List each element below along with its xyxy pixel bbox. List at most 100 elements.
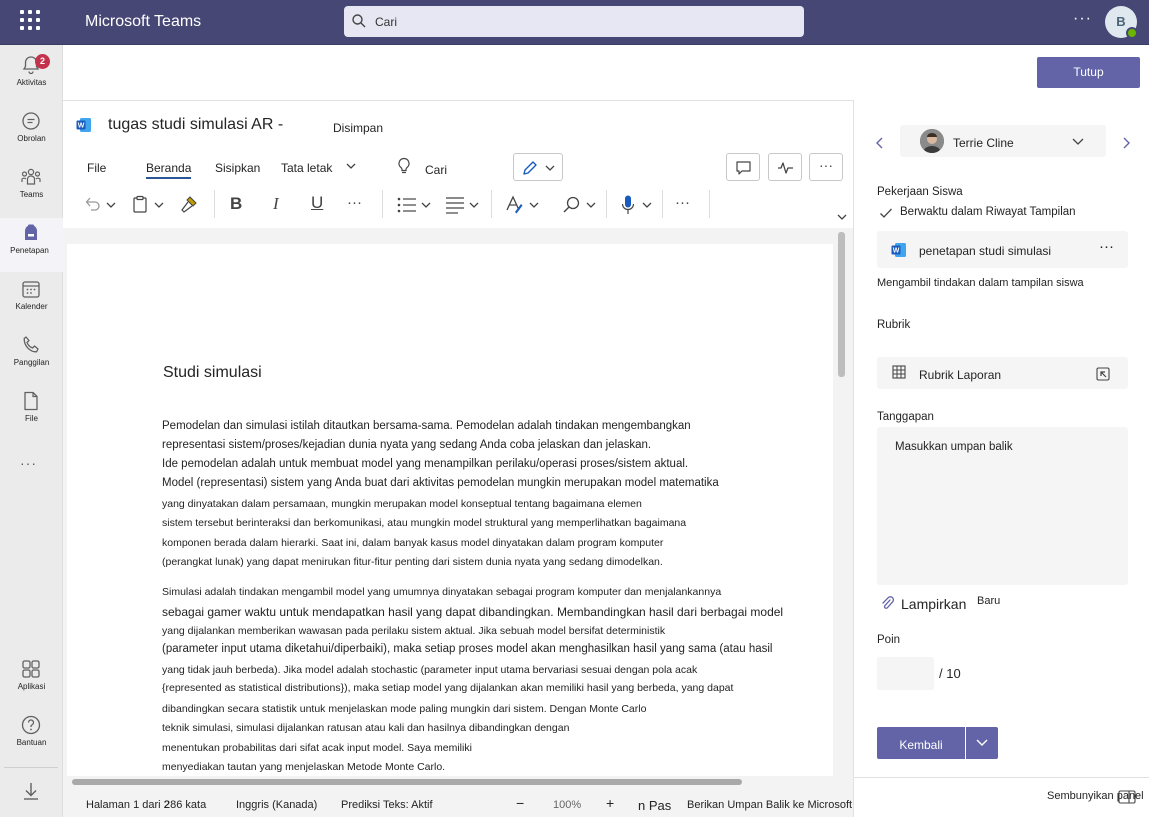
expand-ribbon-icon[interactable] [836,211,848,223]
submitted-file-name[interactable]: penetapan studi simulasi [919,244,1051,258]
lightbulb-icon[interactable] [396,157,412,175]
format-painter-icon[interactable] [179,195,199,214]
svg-text:W: W [893,248,900,255]
user-initial: B [1116,14,1126,29]
bullets-icon[interactable] [396,196,418,214]
chevron-down-icon[interactable] [1071,136,1085,148]
divider [662,190,663,218]
download-button[interactable] [4,767,58,811]
more-tools-icon[interactable]: ··· [675,194,690,211]
more-options-icon[interactable]: ··· [1073,10,1092,28]
tab-file[interactable]: File [87,161,106,175]
feedback-placeholder: Masukkan umpan balik [895,441,1013,453]
download-icon [24,783,38,800]
search-icon [352,14,366,28]
document-heading: Studi simulasi [163,364,262,381]
chevron-down-icon[interactable] [420,199,432,211]
chevron-down-icon[interactable] [105,199,117,211]
document-line: menyediakan tautan yang menjelaskan Meto… [162,761,446,773]
fit-option[interactable]: n Pas [638,798,671,813]
return-options-button[interactable] [966,727,998,759]
undo-icon[interactable] [82,195,102,213]
file-icon [24,391,38,411]
vertical-scrollbar[interactable] [838,232,845,377]
feedback-input[interactable]: Masukkan umpan balik [877,427,1128,585]
text-prediction[interactable]: Prediksi Teks: Aktif [341,799,433,811]
more-apps-icon[interactable]: ··· [20,455,37,471]
points-label: Poin [877,634,901,646]
presence-available-icon [1126,27,1138,39]
rail-item-chat[interactable]: Obrolan [0,106,63,160]
more-ribbon-button[interactable]: ··· [809,153,843,181]
chevron-down-icon[interactable] [153,199,165,211]
zoom-level[interactable]: 100% [553,799,581,811]
zoom-out-icon[interactable]: − [516,795,524,811]
chevron-right-icon[interactable] [1120,136,1132,150]
chevron-down-icon[interactable] [641,199,653,211]
clipboard-icon[interactable] [131,195,149,214]
align-icon[interactable] [445,196,465,214]
word-file-icon: W [891,243,906,257]
underline-icon[interactable]: U [311,193,323,213]
document-title[interactable]: tugas studi simulasi AR - [108,116,283,134]
chevron-left-icon[interactable] [874,136,886,150]
document-line: representasi sistem/proses/kejadian duni… [162,439,652,451]
on-time-status[interactable]: Berwaktu dalam Riwayat Tampilan [900,206,1076,218]
search-input[interactable]: Cari [344,6,804,37]
tab-insert[interactable]: Sisipkan [215,161,260,175]
comments-button[interactable] [726,153,760,181]
italic-icon[interactable]: I [273,194,279,214]
language[interactable]: Inggris (Kanada) [236,799,317,811]
panel-icon[interactable] [1118,790,1136,804]
page-count: Halaman 1 dari 2 [86,799,170,811]
rail-item-teams[interactable]: Teams [0,162,63,216]
phone-icon [23,336,39,353]
points-input[interactable] [877,657,934,690]
feedback-link[interactable]: Berikan Umpan Balik ke Microsoft [687,799,852,811]
document-page[interactable] [67,244,833,776]
paperclip-icon [882,596,894,609]
tab-layout[interactable]: Tata letak [281,161,332,175]
rail-item-apps[interactable]: Aplikasi [0,654,63,708]
search-placeholder: Cari [375,15,398,29]
feedback-label: Tanggapan [877,411,934,423]
rail-item-activity[interactable]: 2 Aktivitas [0,50,63,104]
new-button[interactable]: Baru [977,595,1000,607]
activity-button[interactable] [768,153,802,181]
divider [606,190,607,218]
rail-item-calendar[interactable]: Kalender [0,274,63,328]
horizontal-scrollbar[interactable] [72,779,742,785]
document-line: Model (representasi) sistem yang Anda bu… [162,477,719,489]
file-more-icon[interactable]: ··· [1099,238,1114,255]
document-line: sebagai gamer waktu untuk mendapatkan ha… [162,605,784,619]
zoom-in-icon[interactable]: + [606,795,614,811]
bold-icon[interactable]: B [230,194,242,214]
tab-home[interactable]: Beranda [146,161,192,179]
chevron-down-icon[interactable] [585,199,597,211]
user-avatar[interactable]: B [1105,6,1138,39]
chevron-down-icon[interactable] [528,199,540,211]
word-count[interactable]: 286 kata [164,799,206,811]
app-launcher-icon[interactable] [20,10,40,30]
microphone-icon[interactable] [620,194,636,216]
rubric-card[interactable] [877,357,1128,389]
chevron-down-icon[interactable] [345,160,357,172]
chevron-down-icon[interactable] [468,199,480,211]
rubric-name[interactable]: Rubrik Laporan [919,368,1001,382]
rail-item-assignments[interactable]: Penetapan [0,218,63,272]
find-icon[interactable] [562,195,582,215]
return-button[interactable]: Kembali [877,727,965,759]
close-button[interactable]: Tutup [1037,57,1140,88]
styles-icon[interactable] [504,194,524,216]
tell-me-search[interactable]: Cari [425,163,447,177]
backpack-icon [25,224,37,240]
more-font-icon[interactable]: ··· [347,194,362,211]
editing-mode-button[interactable] [513,153,563,181]
rail-item-help[interactable]: Bantuan [0,710,63,764]
rail-item-files[interactable]: File [0,386,63,440]
rail-item-label: Penetapan [10,246,49,255]
open-external-icon[interactable] [1096,367,1110,381]
rail-item-label: File [25,414,38,423]
attach-button[interactable]: Lampirkan [901,596,966,612]
rail-item-calls[interactable]: Panggilan [0,330,63,384]
